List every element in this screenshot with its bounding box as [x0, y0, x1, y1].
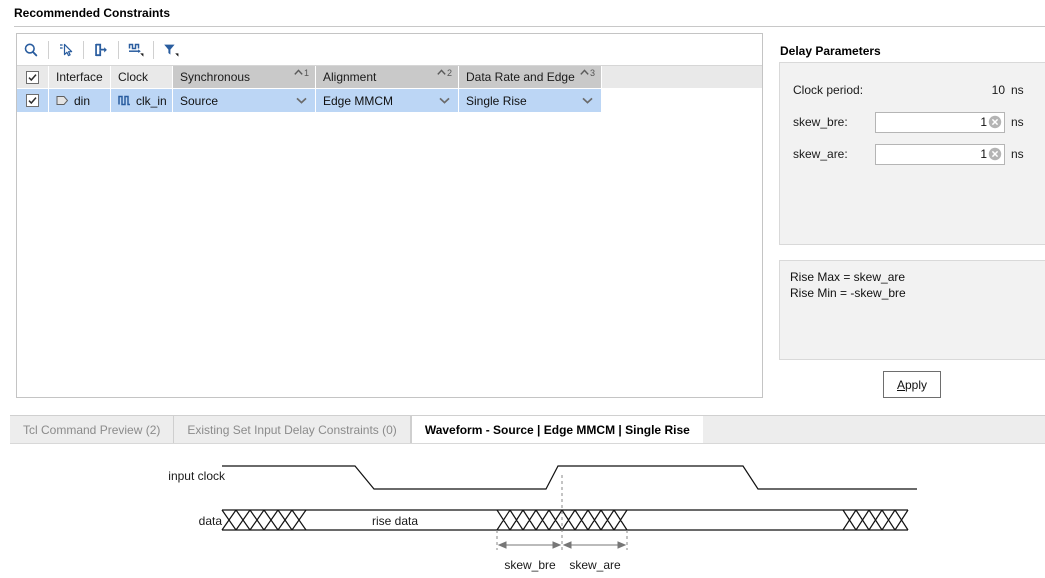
- recommended-constraints-title: Recommended Constraints: [14, 6, 171, 20]
- port-icon: [56, 95, 69, 106]
- filter-icon[interactable]: [157, 37, 185, 63]
- waveform-diagram: input clock data rise data skew_bre skew…: [10, 443, 1045, 578]
- waveform-svg: input clock data rise data skew_bre skew…: [168, 465, 917, 572]
- measurement-arrow-skew-bre: [497, 541, 562, 549]
- formula-display: Rise Max = skew_are Rise Min = -skew_bre: [779, 260, 1045, 360]
- sort-ascending-icon-1: 1: [294, 68, 309, 79]
- tab-waveform-label: Waveform - Source | Edge MMCM | Single R…: [424, 423, 690, 437]
- toolbar-separator-2: [83, 40, 84, 59]
- toolbar-separator-3: [118, 40, 119, 59]
- tab-existing-set-input-delay-constraints-label: Existing Set Input Delay Constraints (0): [187, 423, 397, 437]
- clock-signal-icon: [118, 95, 131, 106]
- clock-period-unit: ns: [1011, 83, 1024, 97]
- cell-data-rate-and-edge-combo[interactable]: Single Rise: [459, 89, 602, 112]
- chevron-down-icon[interactable]: [439, 89, 450, 112]
- constraints-table-panel: Interface Clock Synchronous 1 Alignment: [16, 33, 763, 398]
- waveform-label-input-clock: input clock: [168, 469, 226, 483]
- cell-filler: [602, 89, 762, 112]
- skew-are-input[interactable]: 1: [875, 143, 1005, 165]
- column-header-data-rate-and-edge[interactable]: Data Rate and Edge 3: [459, 66, 602, 88]
- tab-waveform[interactable]: Waveform - Source | Edge MMCM | Single R…: [410, 416, 703, 444]
- formula-line-rise-max: Rise Max = skew_are: [790, 270, 906, 284]
- cell-clock-label: clk_in: [136, 93, 167, 108]
- delay-parameters-panel: Clock period: 10 ns skew_bre: 1 ns skew_…: [779, 62, 1045, 245]
- skew-bre-value: 1: [980, 115, 987, 129]
- column-header-clock-label: Clock: [118, 70, 149, 84]
- cell-clock[interactable]: clk_in: [111, 89, 173, 112]
- data-transition-left: [221, 509, 307, 531]
- select-all-header-cell[interactable]: [17, 66, 49, 88]
- grid-header-row: Interface Clock Synchronous 1 Alignment: [17, 66, 762, 89]
- chevron-down-icon[interactable]: [582, 89, 593, 112]
- sort-ascending-icon-3: 3: [580, 68, 595, 79]
- column-header-interface[interactable]: Interface: [49, 66, 111, 88]
- clock-period-row: Clock period: 10 ns: [780, 79, 1045, 101]
- auto-arrange-icon[interactable]: [87, 37, 115, 63]
- select-all-checkbox[interactable]: [26, 70, 39, 84]
- cell-synchronous-combo[interactable]: Source: [173, 89, 316, 112]
- column-header-alignment[interactable]: Alignment 2: [316, 66, 459, 88]
- delay-parameters-title: Delay Parameters: [780, 44, 881, 58]
- table-toolbar: [17, 34, 762, 66]
- measurement-label-skew-bre: skew_bre: [504, 558, 556, 572]
- select-pointer-icon[interactable]: [52, 37, 80, 63]
- tab-tcl-command-preview[interactable]: Tcl Command Preview (2): [10, 416, 175, 444]
- column-header-synchronous[interactable]: Synchronous 1: [173, 66, 316, 88]
- tab-existing-set-input-delay-constraints[interactable]: Existing Set Input Delay Constraints (0): [174, 416, 411, 444]
- table-row[interactable]: din clk_in Source Edge MMCM Single Rise: [17, 89, 762, 112]
- chevron-down-icon[interactable]: [296, 89, 307, 112]
- skew-bre-input[interactable]: 1: [875, 111, 1005, 133]
- apply-button-mnemonic: A: [896, 377, 905, 392]
- constraints-grid: Interface Clock Synchronous 1 Alignment: [17, 66, 762, 112]
- waveform-label-data: data: [199, 514, 223, 528]
- skew-bre-row: skew_bre: 1 ns: [780, 111, 1045, 133]
- formula-line-rise-min: Rise Min = -skew_bre: [790, 286, 906, 300]
- measurement-arrow-skew-are: [562, 541, 627, 549]
- waveform-data-label: rise data: [372, 514, 418, 528]
- cell-synchronous-value: Source: [180, 93, 219, 108]
- cell-interface-label: din: [74, 93, 91, 108]
- skew-are-unit: ns: [1011, 147, 1024, 161]
- sort-order-3: 3: [589, 68, 595, 78]
- toolbar-separator-1: [48, 40, 49, 59]
- sort-order-2: 2: [446, 68, 452, 78]
- skew-are-row: skew_are: 1 ns: [780, 143, 1045, 165]
- cell-data-rate-and-edge-value: Single Rise: [466, 93, 527, 108]
- clock-period-value: 10: [991, 83, 1005, 97]
- skew-bre-unit: ns: [1011, 115, 1024, 129]
- column-header-interface-label: Interface: [56, 70, 103, 84]
- row-checkbox[interactable]: [26, 94, 39, 107]
- search-icon[interactable]: [17, 37, 45, 63]
- skew-are-value: 1: [980, 147, 987, 161]
- column-header-synchronous-label: Synchronous: [180, 70, 251, 84]
- waveform-icon[interactable]: [122, 37, 150, 63]
- data-transition-right: [842, 509, 909, 531]
- column-header-filler: [602, 66, 762, 88]
- apply-button-label: pply: [905, 377, 928, 392]
- apply-button[interactable]: Apply: [883, 371, 941, 398]
- tab-tcl-command-preview-label: Tcl Command Preview (2): [23, 423, 161, 437]
- column-header-alignment-label: Alignment: [323, 70, 377, 84]
- toolbar-separator-4: [153, 40, 154, 59]
- tab-bar-filler: [703, 416, 1045, 444]
- sort-ascending-icon-2: 2: [437, 68, 452, 79]
- column-header-clock[interactable]: Clock: [111, 66, 173, 88]
- row-select-cell[interactable]: [17, 89, 49, 112]
- bottom-tab-bar: Tcl Command Preview (2) Existing Set Inp…: [10, 415, 1045, 444]
- title-divider: [14, 26, 1045, 27]
- cell-alignment-value: Edge MMCM: [323, 93, 394, 108]
- cell-alignment-combo[interactable]: Edge MMCM: [316, 89, 459, 112]
- cell-interface[interactable]: din: [49, 89, 111, 112]
- column-header-data-rate-and-edge-label: Data Rate and Edge: [466, 70, 575, 84]
- measurement-label-skew-are: skew_are: [569, 558, 621, 572]
- clear-icon[interactable]: [988, 115, 1002, 129]
- clear-icon[interactable]: [988, 147, 1002, 161]
- sort-order-1: 1: [303, 68, 309, 78]
- input-clock-waveform: [222, 465, 917, 490]
